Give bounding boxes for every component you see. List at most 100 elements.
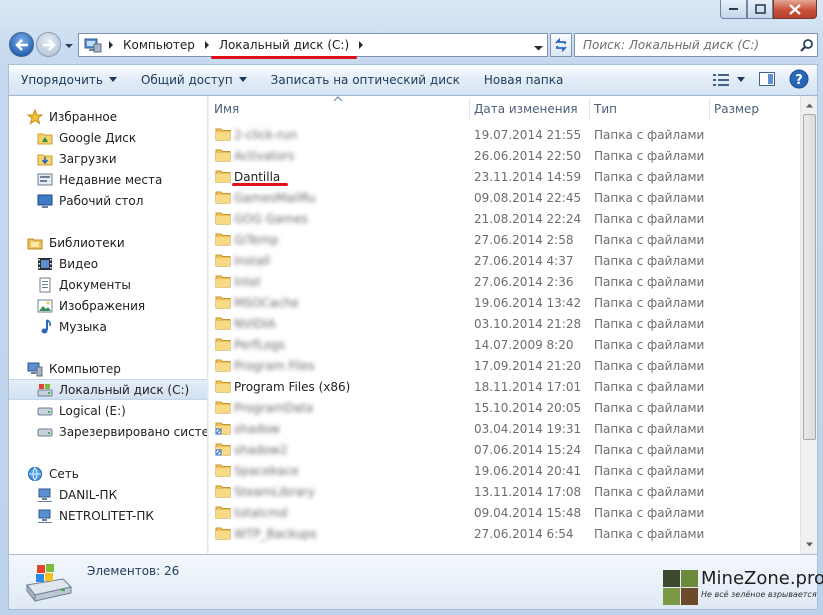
search-icon[interactable]	[795, 38, 817, 52]
organize-menu[interactable]: Упорядочить	[9, 65, 129, 95]
file-date: 03.04.2014 19:31	[474, 422, 582, 436]
nav-desktop-label: Рабочий стол	[59, 193, 144, 208]
new-folder-label: Новая папка	[483, 73, 564, 87]
table-row[interactable]: Install 27.06.2014 4:37 Папка с файлами	[210, 250, 801, 271]
table-row[interactable]: Dantilla 23.11.2014 14:59 Папка с файлами	[210, 166, 801, 187]
chevron-down-icon	[534, 46, 543, 51]
nav-downloads[interactable]: Загрузки	[9, 148, 207, 169]
folder-icon	[215, 149, 231, 162]
star-icon	[27, 108, 43, 125]
folder-icon	[215, 380, 231, 393]
refresh-button[interactable]	[550, 33, 572, 57]
folder-icon	[215, 170, 231, 183]
nav-pc-netrolitet[interactable]: NETROLITET-ПК	[9, 505, 207, 526]
maximize-button[interactable]	[747, 0, 773, 19]
table-row[interactable]: Program Files 17.09.2014 21:20 Папка с фай…	[210, 355, 801, 376]
table-row[interactable]: Spacekace 19.06.2014 20:41 Папка с файлами	[210, 460, 801, 481]
nav-images[interactable]: Изображения	[9, 295, 207, 316]
pane-splitter[interactable]	[207, 96, 209, 554]
file-name: Intel	[234, 275, 261, 289]
organize-label: Упорядочить	[21, 73, 103, 87]
nav-local-disk-c[interactable]: Локальный диск (C:)	[9, 379, 207, 400]
recent-pages-dropdown[interactable]	[64, 40, 74, 50]
table-row[interactable]: totalcmd 09.04.2014 15:48 Папка с файлами	[210, 502, 801, 523]
help-button[interactable]: ?	[789, 69, 809, 92]
file-type: Папка с файлами	[594, 296, 705, 310]
svg-text:?: ?	[795, 73, 803, 88]
breadcrumb-separator-icon[interactable]	[199, 41, 215, 49]
computer-icon	[27, 361, 43, 377]
search-input[interactable]	[575, 38, 795, 52]
close-button[interactable]	[773, 0, 817, 19]
column-date-label: Дата изменения	[474, 102, 578, 116]
back-button[interactable]	[9, 32, 34, 57]
google-drive-folder-icon	[37, 130, 53, 146]
table-row[interactable]: shadow 03.04.2014 19:31 Папка с файлами	[210, 418, 801, 439]
nav-pc-danil[interactable]: DANIL-ПК	[9, 484, 207, 505]
nav-network-label: Сеть	[49, 466, 79, 481]
table-row[interactable]: SteamLibrary 13.11.2014 17:08 Папка с файл…	[210, 481, 801, 502]
file-name: NVIDIA	[234, 317, 276, 331]
table-row[interactable]: GiTemp 27.06.2014 2:58 Папка с файлами	[210, 229, 801, 250]
column-name-label: Имя	[214, 102, 240, 116]
share-menu[interactable]: Общий доступ	[129, 65, 259, 95]
minimize-button[interactable]	[720, 0, 747, 19]
column-header-date[interactable]: Дата изменения	[470, 96, 589, 122]
nav-downloads-label: Загрузки	[59, 151, 117, 166]
nav-system-reserved[interactable]: Зарезервировано системой	[9, 421, 207, 442]
file-type: Папка с файлами	[594, 527, 705, 541]
scroll-down-button[interactable]	[802, 536, 817, 553]
table-row[interactable]: Intel 27.06.2014 2:36 Папка с файлами	[210, 271, 801, 292]
address-history-dropdown[interactable]	[534, 41, 543, 55]
nav-video[interactable]: Видео	[9, 253, 207, 274]
file-type: Папка с файлами	[594, 191, 705, 205]
file-date: 18.11.2014 17:01	[474, 380, 582, 394]
nav-documents[interactable]: Документы	[9, 274, 207, 295]
table-row[interactable]: PerfLogs 14.07.2009 8:20 Папка с файлами	[210, 334, 801, 355]
computer-icon	[83, 36, 103, 54]
nav-logical-e[interactable]: Logical (E:)	[9, 400, 207, 421]
view-options-button[interactable]	[713, 74, 745, 86]
file-type: Папка с файлами	[594, 464, 705, 478]
column-header-size[interactable]: Размер	[710, 96, 790, 122]
table-row[interactable]: GamesMailRu 09.08.2014 22:45 Папка с файла…	[210, 187, 801, 208]
scrollbar-thumb[interactable]	[803, 114, 816, 440]
table-row[interactable]: MSOCache 19.06.2014 13:42 Папка с файлами	[210, 292, 801, 313]
burn-button[interactable]: Записать на оптический диск	[259, 65, 472, 95]
nav-network[interactable]: Сеть	[9, 463, 207, 484]
table-row[interactable]: Program Files (x86) 18.11.2014 17:01 Папка…	[210, 376, 801, 397]
file-date: 09.04.2014 15:48	[474, 506, 582, 520]
file-date: 19.07.2014 21:55	[474, 128, 582, 142]
breadcrumb-separator-icon[interactable]	[353, 41, 369, 49]
nav-system-reserved-label: Зарезервировано системой	[59, 424, 207, 439]
table-row[interactable]: shadow2 07.06.2014 15:24 Папка с файлами	[210, 439, 801, 460]
table-row[interactable]: GOG Games 21.08.2014 22:24 Папка с файлами	[210, 208, 801, 229]
file-type: Папка с файлами	[594, 212, 705, 226]
breadcrumb-separator-icon[interactable]	[103, 41, 119, 49]
nav-google-drive[interactable]: Google Диск	[9, 127, 207, 148]
table-row[interactable]: WTP_Backups 27.06.2014 6:54 Папка с файлам…	[210, 523, 801, 544]
folder-icon	[215, 359, 231, 372]
nav-music[interactable]: Музыка	[9, 316, 207, 337]
nav-favorites[interactable]: Избранное	[9, 106, 207, 127]
file-type: Папка с файлами	[594, 380, 705, 394]
nav-desktop[interactable]: Рабочий стол	[9, 190, 207, 211]
nav-recent-places[interactable]: Недавние места	[9, 169, 207, 190]
logo-square	[663, 570, 680, 587]
new-folder-button[interactable]: Новая папка	[472, 65, 575, 95]
table-row[interactable]: Activators 26.06.2014 22:50 Папка с файлам…	[210, 145, 801, 166]
table-row[interactable]: 2-click-run 19.07.2014 21:55 Папка с файла…	[210, 124, 801, 145]
forward-button[interactable]	[36, 32, 61, 57]
table-row[interactable]: ProgramData 15.10.2014 20:05 Папка с файла…	[210, 397, 801, 418]
column-header-name[interactable]: Имя	[210, 96, 469, 122]
nav-computer[interactable]: Компьютер	[9, 358, 207, 379]
table-row[interactable]: NVIDIA 03.10.2014 21:28 Папка с файлами	[210, 313, 801, 334]
column-header-type[interactable]: Тип	[590, 96, 709, 122]
nav-libraries[interactable]: Библиотеки	[9, 232, 207, 253]
breadcrumb-computer[interactable]: Компьютер	[119, 38, 199, 52]
address-bar[interactable]: Компьютер Локальный диск (C:)	[78, 33, 548, 59]
scroll-up-button[interactable]	[802, 97, 817, 114]
vertical-scrollbar[interactable]	[800, 96, 817, 554]
preview-pane-button[interactable]	[759, 71, 775, 89]
breadcrumb-local-disk[interactable]: Локальный диск (C:)	[210, 38, 358, 59]
